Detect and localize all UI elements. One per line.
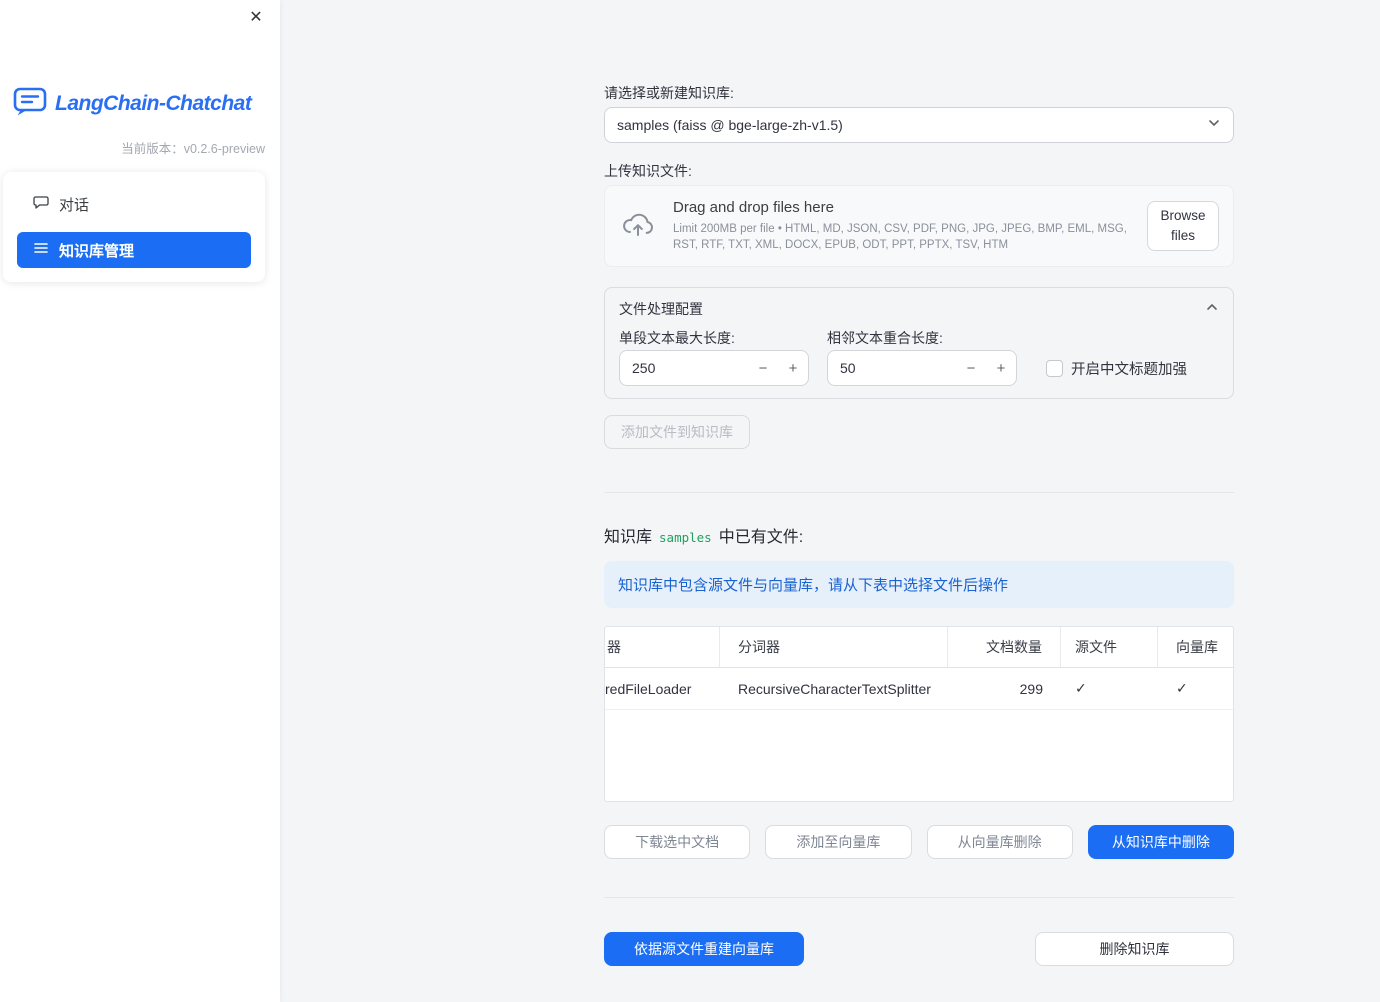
sidebar-item-knowledge-base[interactable]: 知识库管理	[17, 232, 251, 268]
cloud-upload-icon	[621, 210, 661, 243]
browse-files-button[interactable]: Browse files	[1147, 201, 1219, 251]
column-header-source-file: 源文件	[1061, 627, 1158, 667]
kb-files-table: 器 分词器 文档数量 源文件 向量库 redFileLoader Recursi…	[604, 626, 1234, 802]
sidebar-close-button[interactable]: ✕	[244, 6, 268, 30]
sidebar-item-dialogue[interactable]: 对话	[17, 186, 251, 222]
cell-splitter: RecursiveCharacterTextSplitter	[738, 680, 931, 697]
version-label: 当前版本：v0.2.6-preview	[121, 142, 265, 156]
info-alert-text: 知识库中包含源文件与向量库，请从下表中选择文件后操作	[618, 577, 1009, 594]
info-alert: 知识库中包含源文件与向量库，请从下表中选择文件后操作	[604, 561, 1234, 608]
file-config-expander: 文件处理配置 单段文本最大长度: 250 − + 相邻文本重合长度: 50 − …	[604, 287, 1234, 399]
table-row[interactable]: redFileLoader RecursiveCharacterTextSpli…	[605, 668, 1233, 710]
sidebar-item-label: 知识库管理	[59, 242, 135, 260]
column-header-splitter: 分词器	[720, 627, 948, 667]
add-to-vector-store-button[interactable]: 添加至向量库	[765, 825, 912, 859]
kb-files-heading: 知识库 samples 中已有文件:	[604, 523, 1234, 546]
file-actions-row: 下载选中文档 添加至向量库 从向量库删除 从知识库中删除	[604, 825, 1234, 859]
chunk-size-decrement-button[interactable]: −	[748, 351, 778, 385]
delete-kb-button[interactable]: 删除知识库	[1035, 932, 1234, 966]
dropzone-texts: Drag and drop files here Limit 200MB per…	[661, 199, 1147, 253]
chunk-size-label: 单段文本最大长度:	[619, 330, 735, 346]
main-content: 请选择或新建知识库: samples (faiss @ bge-large-zh…	[604, 0, 1234, 966]
app-logo: LangChain-Chatchat	[13, 86, 252, 121]
kb-name-code: samples	[659, 530, 712, 545]
divider	[604, 897, 1234, 898]
expander-header[interactable]: 文件处理配置	[619, 300, 1219, 318]
overlap-size-input[interactable]: 50 − +	[827, 350, 1017, 386]
divider	[604, 492, 1234, 493]
upload-files-label: 上传知识文件:	[604, 163, 692, 179]
dropzone-limit-hint: Limit 200MB per file • HTML, MD, JSON, C…	[673, 222, 1127, 251]
download-selected-button[interactable]: 下载选中文档	[604, 825, 751, 859]
sidebar: ✕ LangChain-Chatchat 当前版本：v0.2.6-preview…	[0, 0, 280, 1002]
cell-docs-count: 299	[1019, 680, 1043, 697]
column-header-loader: 器	[605, 627, 720, 667]
chunk-size-input[interactable]: 250 − +	[619, 350, 809, 386]
logo-chat-icon	[13, 86, 47, 121]
file-dropzone[interactable]: Drag and drop files here Limit 200MB per…	[604, 185, 1234, 267]
kb-select-value: samples (faiss @ bge-large-zh-v1.5)	[617, 117, 843, 133]
cell-vector-store-check: ✓	[1176, 680, 1188, 696]
kb-select-label: 请选择或新建知识库:	[604, 85, 734, 101]
chevron-up-icon	[1205, 300, 1219, 319]
overlap-size-value: 50	[840, 360, 856, 376]
kb-select[interactable]: samples (faiss @ bge-large-zh-v1.5)	[604, 107, 1234, 143]
column-header-vector-store: 向量库	[1176, 639, 1218, 655]
rebuild-vector-store-button[interactable]: 依据源文件重建向量库	[604, 932, 804, 966]
sidebar-menu: 对话 知识库管理	[3, 172, 265, 282]
zh-title-enhance-checkbox[interactable]	[1046, 360, 1063, 377]
overlap-size-increment-button[interactable]: +	[986, 351, 1016, 385]
dropzone-title: Drag and drop files here	[673, 198, 834, 216]
delete-from-vector-store-button[interactable]: 从向量库删除	[926, 825, 1073, 859]
kb-files-suffix: 中已有文件:	[718, 529, 804, 546]
overlap-size-decrement-button[interactable]: −	[956, 351, 986, 385]
overlap-size-label: 相邻文本重合长度:	[827, 330, 943, 346]
column-header-docs-count: 文档数量	[948, 627, 1061, 667]
chat-bubble-icon	[33, 194, 49, 214]
expander-title: 文件处理配置	[619, 301, 703, 317]
add-files-to-kb-button[interactable]: 添加文件到知识库	[604, 415, 750, 449]
kb-actions-row: 依据源文件重建向量库 删除知识库	[604, 932, 1234, 966]
delete-from-kb-button[interactable]: 从知识库中删除	[1087, 825, 1234, 859]
expander-body: 单段文本最大长度: 250 − + 相邻文本重合长度: 50 − + 开启中文标…	[619, 328, 1219, 386]
chevron-down-icon	[1207, 116, 1221, 135]
chunk-size-value: 250	[632, 360, 656, 376]
table-header-row: 器 分词器 文档数量 源文件 向量库	[605, 627, 1233, 668]
cell-loader: redFileLoader	[605, 680, 692, 697]
zh-title-enhance-label: 开启中文标题加强	[1071, 362, 1187, 378]
list-icon	[33, 240, 49, 260]
kb-files-prefix: 知识库	[604, 529, 653, 546]
app-title: LangChain-Chatchat	[55, 91, 252, 115]
zh-title-enhance-row: 开启中文标题加强	[1046, 358, 1219, 379]
cell-source-file-check: ✓	[1075, 680, 1087, 696]
chunk-size-increment-button[interactable]: +	[778, 351, 808, 385]
sidebar-item-label: 对话	[59, 196, 90, 214]
